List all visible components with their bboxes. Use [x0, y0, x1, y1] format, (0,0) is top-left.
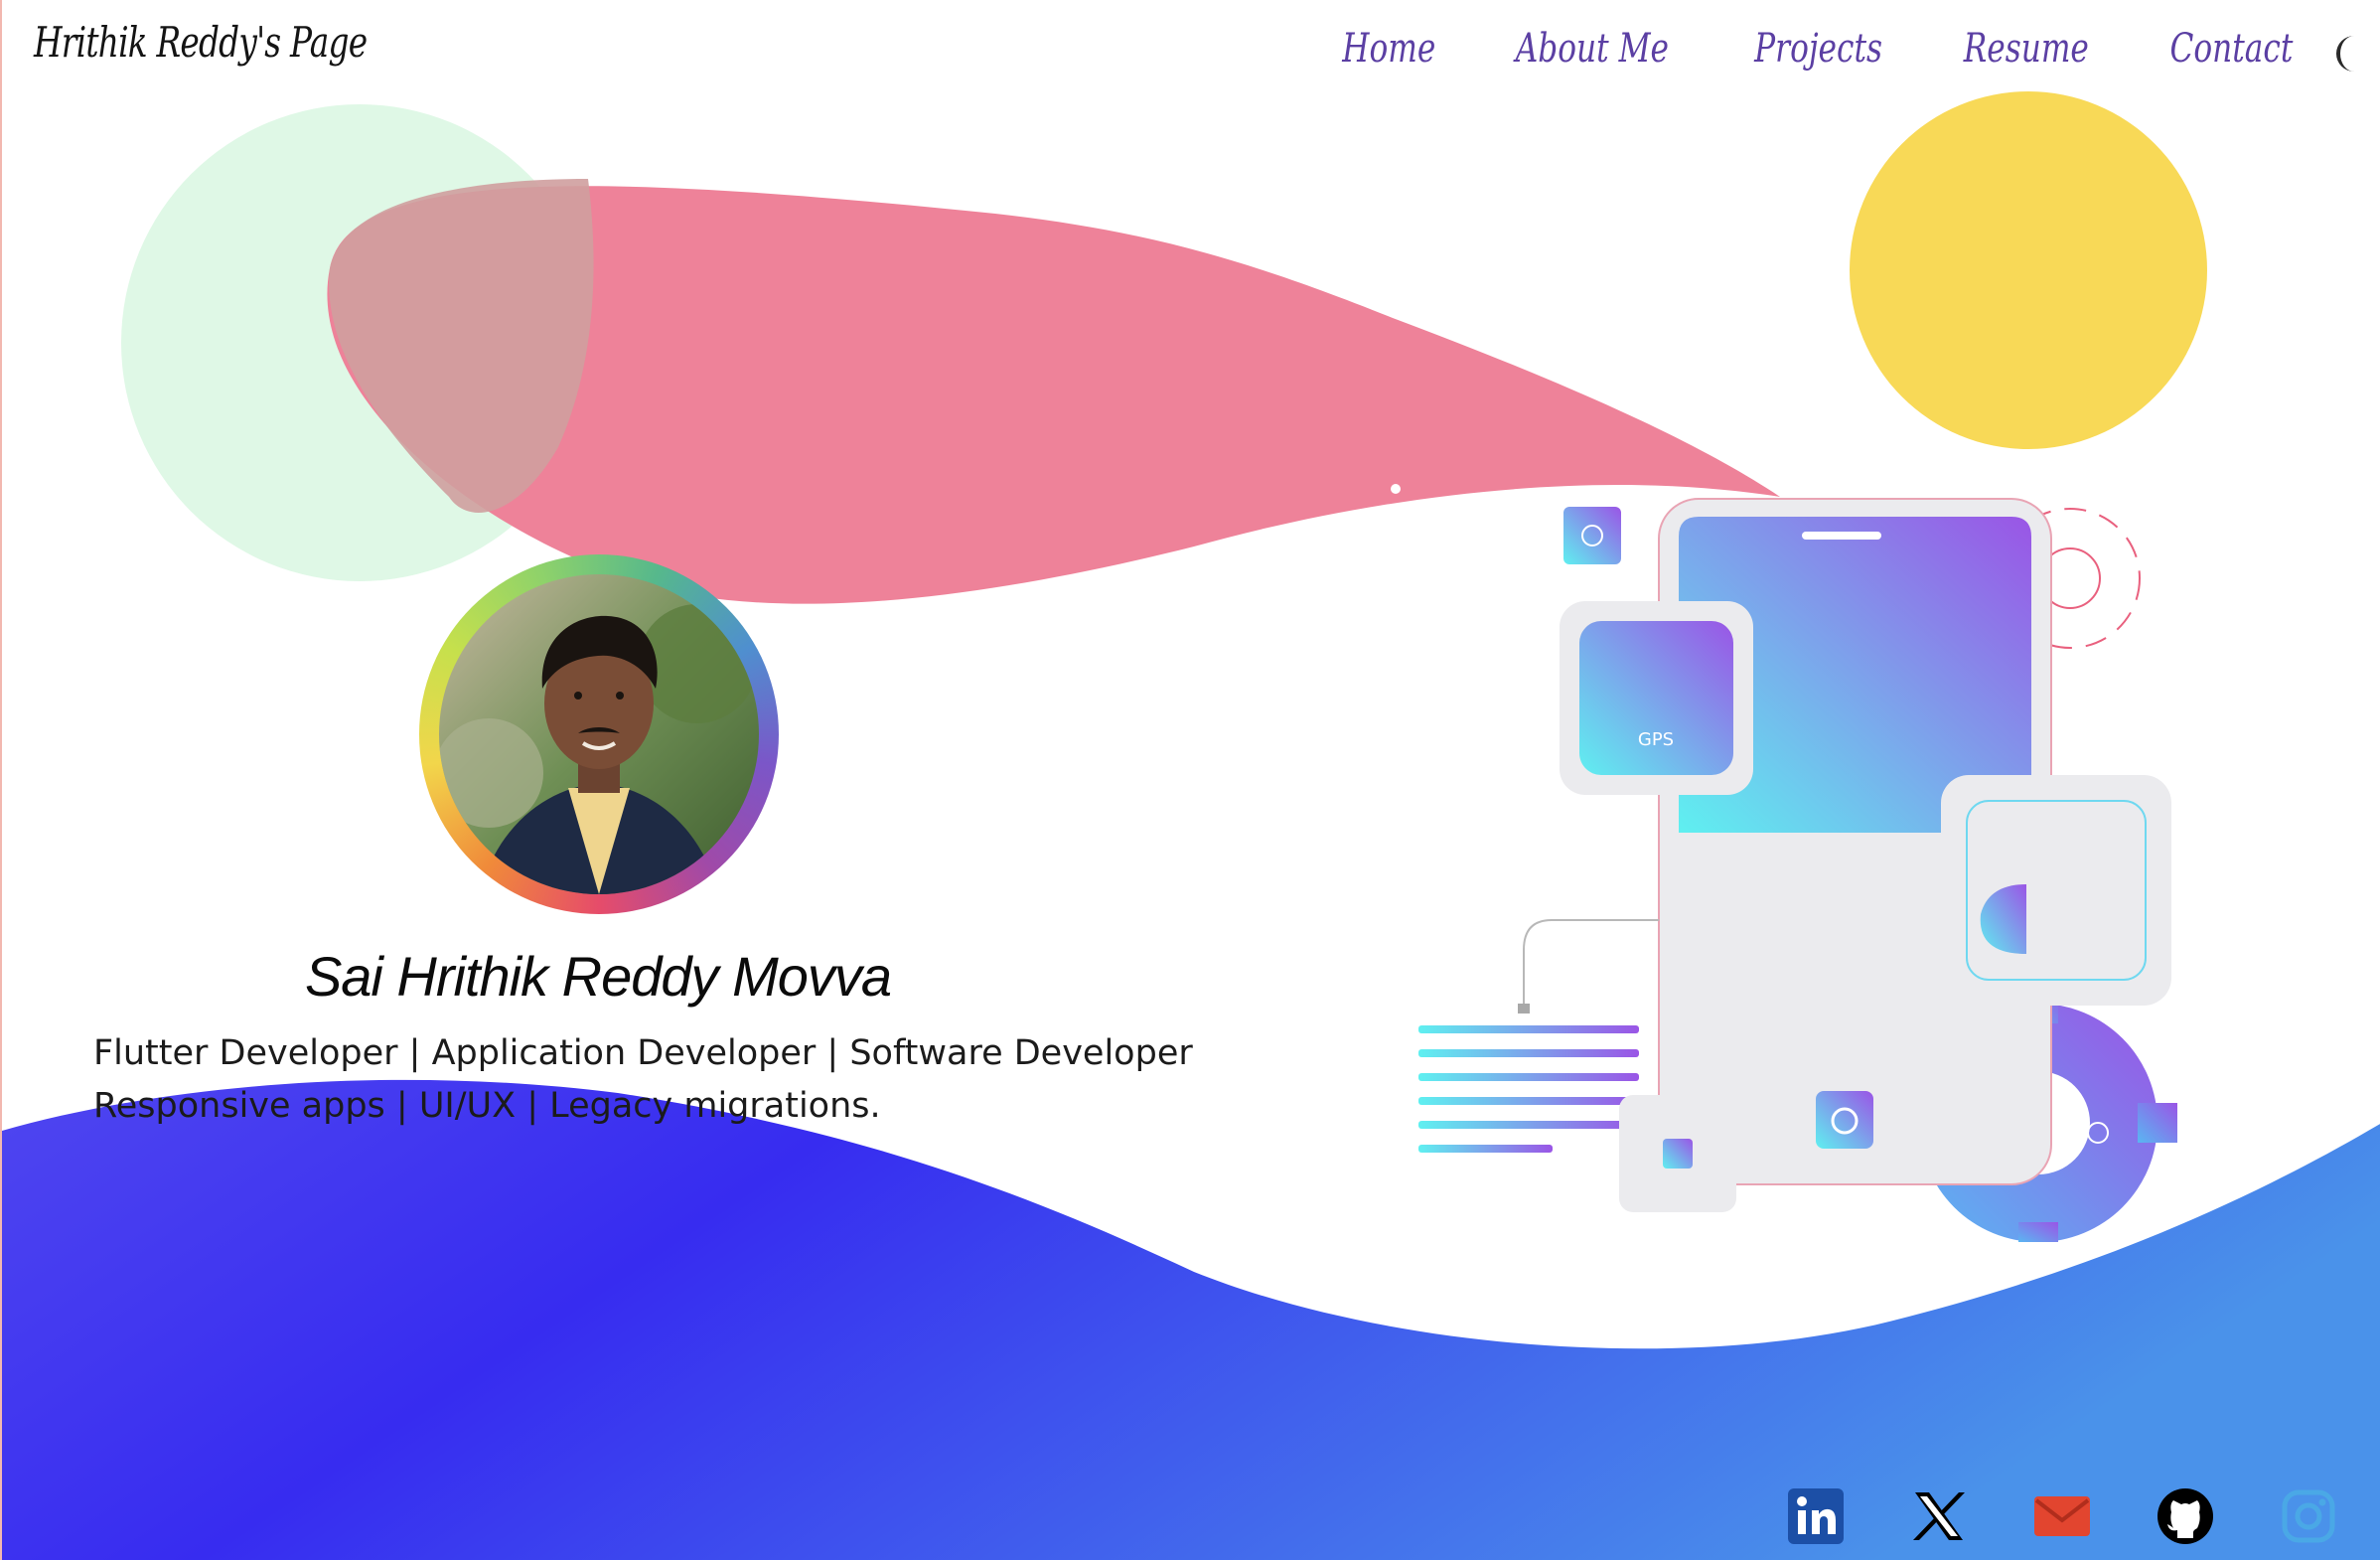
- gps-card: GPS: [1560, 601, 1753, 795]
- gps-label: GPS: [1638, 729, 1674, 750]
- nav-about-me[interactable]: About Me: [1516, 26, 1669, 72]
- toggle-card: [1941, 775, 2171, 1006]
- main-nav: Home About Me Projects Resume Contact: [1329, 26, 2310, 72]
- profile-photo: [439, 574, 759, 894]
- profile-name: Sai Hrithik Reddy Movva: [304, 945, 892, 1008]
- mail-icon[interactable]: [2032, 1486, 2092, 1546]
- avatar: [439, 574, 759, 894]
- x-icon[interactable]: [1909, 1486, 1969, 1546]
- nav-resume[interactable]: Resume: [1964, 26, 2089, 72]
- nav-projects[interactable]: Projects: [1754, 26, 1882, 72]
- text-lines: [1418, 1025, 1639, 1153]
- page: Hrithik Reddy's Page Home About Me Proje…: [0, 0, 2380, 1560]
- site-brand[interactable]: Hrithik Reddy's Page: [34, 18, 368, 67]
- app-development-illustration: GPS: [1418, 498, 2177, 1242]
- connector-line: [1523, 919, 1659, 1006]
- moon-icon[interactable]: [2328, 34, 2368, 74]
- yellow-sun: [1850, 91, 2207, 449]
- linkedin-icon[interactable]: [1786, 1486, 1846, 1546]
- lock-card: [1619, 1095, 1736, 1212]
- instagram-icon[interactable]: [2279, 1486, 2338, 1546]
- tagline-roles: Flutter Developer | Application Develope…: [93, 1033, 1193, 1073]
- small-app-icon: [1563, 507, 1621, 564]
- white-dot: [1391, 484, 1401, 494]
- nav-contact[interactable]: Contact: [2170, 26, 2294, 72]
- github-icon[interactable]: [2156, 1486, 2215, 1546]
- tagline-skills: Responsive apps | UI/UX | Legacy migrati…: [93, 1086, 881, 1126]
- nav-home[interactable]: Home: [1342, 26, 1435, 72]
